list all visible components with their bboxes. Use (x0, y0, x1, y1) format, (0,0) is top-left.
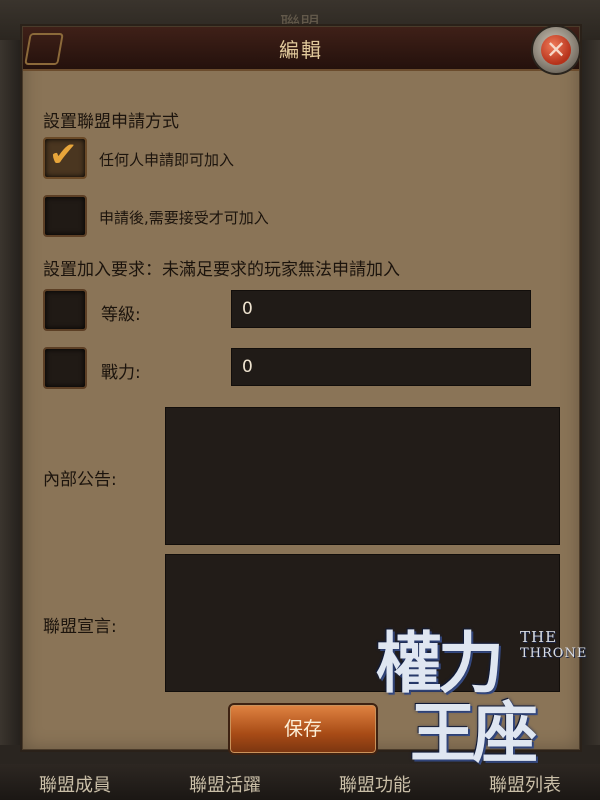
logo-the: THE (520, 628, 558, 646)
close-button[interactable]: ✕ (531, 25, 581, 75)
tab-alliance-members[interactable]: 聯盟成員 (0, 771, 150, 797)
logo-throne: THRONE (520, 646, 588, 661)
declaration-label: 聯盟宣言: (43, 617, 117, 637)
tab-alliance-activity[interactable]: 聯盟活躍 (150, 771, 300, 797)
power-input[interactable]: 0 (231, 348, 531, 386)
internal-notice-textarea[interactable] (165, 407, 560, 545)
internal-notice-label: 內部公告: (43, 470, 117, 490)
option-approval-join-label: 申請後,需要接受才可加入 (99, 209, 269, 227)
checkbox-level[interactable] (43, 289, 87, 331)
level-input[interactable]: 0 (231, 290, 531, 328)
join-method-heading: 設置聯盟申請方式 (43, 112, 179, 132)
dialog-title-bar: 編輯 (23, 27, 579, 71)
logo-text-bottom: 王座 (410, 695, 538, 772)
checkbox-approval-join[interactable] (43, 195, 87, 237)
dialog-title: 編輯 (279, 38, 323, 62)
background-frame-left (0, 40, 22, 745)
save-button[interactable]: 保存 (228, 703, 378, 755)
power-label: 戰力: (101, 363, 141, 383)
checkbox-power[interactable] (43, 347, 87, 389)
requirements-heading: 設置加入要求：未滿足要求的玩家無法申請加入 (43, 260, 400, 280)
level-label: 等級: (101, 305, 141, 325)
game-logo: 權力 王座 THE THRONE (370, 600, 600, 772)
checkbox-anyone-join[interactable]: ✔ (43, 135, 87, 179)
close-x-icon: ✕ (541, 35, 571, 65)
checkmark-icon: ✔ (49, 135, 78, 175)
option-anyone-join-label: 任何人申請即可加入 (99, 151, 235, 169)
